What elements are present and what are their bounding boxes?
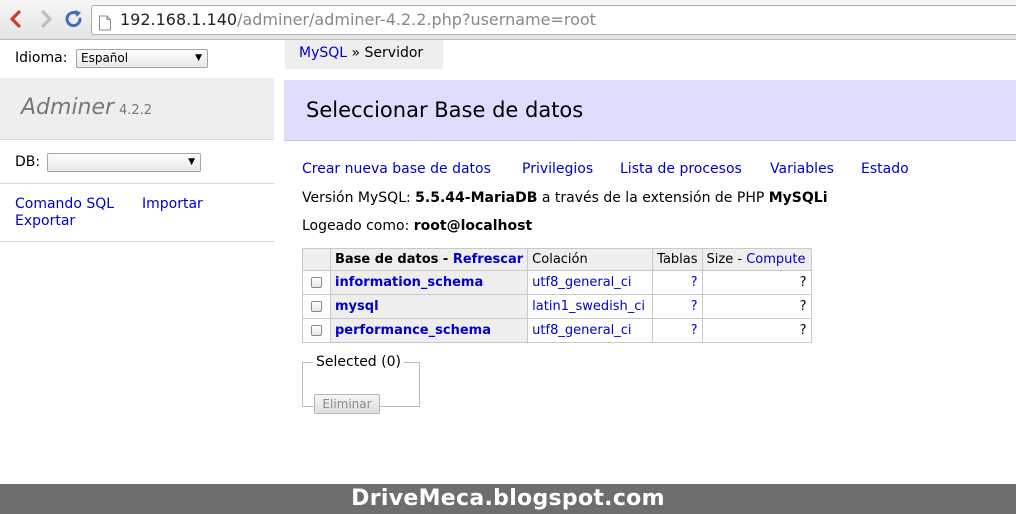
- watermark-banner: DriveMeca.blogspot.com: [0, 484, 1016, 514]
- tables-link[interactable]: ?: [691, 323, 698, 338]
- create-database-link[interactable]: Crear nueva base de datos: [302, 161, 491, 177]
- database-link[interactable]: mysql: [335, 299, 379, 314]
- collation-cell: utf8_general_ci: [527, 318, 654, 343]
- selected-legend: Selected (0): [316, 354, 401, 370]
- breadcrumb-current: Servidor: [364, 45, 424, 61]
- language-select[interactable]: Español ▼: [76, 49, 208, 68]
- divider: [0, 241, 274, 242]
- database-name-cell: mysql: [329, 294, 529, 319]
- row-checkbox-cell: [302, 318, 331, 343]
- variables-link[interactable]: Variables: [770, 161, 834, 177]
- url-text: 192.168.1.140/adminer/adminer-4.2.2.php?…: [120, 6, 596, 34]
- page-header: Seleccionar Base de datos: [284, 80, 1016, 141]
- compute-link[interactable]: Compute: [746, 252, 805, 267]
- size-column-header: Size - Compute: [701, 248, 812, 271]
- url-path: /adminer/adminer-4.2.2.php?username=root: [237, 10, 596, 29]
- collation-cell: utf8_general_ci: [527, 270, 654, 295]
- row-checkbox[interactable]: [311, 301, 322, 312]
- database-header-label: Base de datos: [335, 252, 439, 267]
- table-row: mysql latin1_swedish_ci ? ?: [302, 294, 812, 319]
- select-all-cell: [302, 248, 331, 271]
- size-cell: ?: [701, 270, 812, 295]
- db-label: DB:: [15, 154, 41, 170]
- app-brand: Adminer 4.2.2: [0, 78, 274, 140]
- collation-link[interactable]: utf8_general_ci: [532, 323, 631, 338]
- version-prefix: Versión MySQL:: [302, 190, 416, 206]
- collation-cell: latin1_swedish_ci: [527, 294, 654, 319]
- tables-cell: ?: [652, 270, 703, 295]
- database-link[interactable]: information_schema: [335, 275, 483, 290]
- dropdown-arrow-icon: ▼: [195, 53, 202, 63]
- database-name-cell: performance_schema: [329, 318, 529, 343]
- browser-toolbar: 192.168.1.140/adminer/adminer-4.2.2.php?…: [0, 0, 1016, 40]
- collation-link[interactable]: utf8_general_ci: [532, 275, 631, 290]
- page-title: Seleccionar Base de datos: [306, 98, 584, 122]
- tables-link[interactable]: ?: [691, 275, 698, 290]
- database-column-header: Base de datos - Refrescar: [329, 248, 529, 271]
- size-cell: ?: [701, 318, 812, 343]
- import-link[interactable]: Importar: [142, 196, 203, 213]
- tables-cell: ?: [652, 318, 703, 343]
- logged-as: Logeado como: root@localhost: [302, 218, 532, 234]
- breadcrumb-separator: »: [347, 45, 365, 61]
- app-version: 4.2.2: [119, 103, 153, 118]
- table-row: performance_schema utf8_general_ci ? ?: [302, 318, 812, 343]
- app-name-link[interactable]: Adminer: [21, 95, 114, 120]
- address-bar[interactable]: 192.168.1.140/adminer/adminer-4.2.2.php?…: [91, 5, 1016, 35]
- table-header-row: Base de datos - Refrescar Colación Tabla…: [302, 248, 812, 271]
- size-header-label: Size: [706, 252, 734, 267]
- size-cell: ?: [701, 294, 812, 319]
- url-host: 192.168.1.140: [120, 10, 238, 29]
- dropdown-arrow-icon: ▼: [188, 157, 195, 167]
- sql-command-link[interactable]: Comando SQL: [15, 196, 114, 213]
- tables-column-header: Tablas: [652, 248, 703, 271]
- collation-column-header: Colación: [527, 248, 654, 271]
- forward-icon[interactable]: [34, 6, 58, 32]
- extension-value: MySQLi: [768, 190, 828, 206]
- language-label: Idioma:: [15, 50, 68, 66]
- refresh-link[interactable]: Refrescar: [453, 252, 523, 267]
- side-menu: Idioma: Español ▼ Adminer 4.2.2 DB: ▼ Co…: [0, 40, 274, 484]
- header-dash: -: [438, 252, 453, 267]
- databases-table: Base de datos - Refrescar Colación Tabla…: [302, 248, 812, 343]
- language-value: Español: [81, 51, 129, 65]
- row-checkbox-cell: [302, 294, 331, 319]
- back-icon[interactable]: [4, 6, 28, 32]
- breadcrumb-mysql-link[interactable]: MySQL: [299, 45, 347, 61]
- breadcrumb: MySQL » Servidor: [285, 40, 443, 69]
- selected-fieldset: Selected (0) Eliminar: [302, 354, 420, 414]
- row-checkbox[interactable]: [311, 277, 322, 288]
- database-name-cell: information_schema: [329, 270, 529, 295]
- server-version: Versión MySQL: 5.5.44-MariaDB a través d…: [302, 190, 828, 206]
- watermark-text: DriveMeca.blogspot.com: [351, 486, 665, 511]
- export-link[interactable]: Exportar: [15, 213, 75, 230]
- tables-link[interactable]: ?: [691, 299, 698, 314]
- tables-cell: ?: [652, 294, 703, 319]
- status-link[interactable]: Estado: [861, 161, 909, 177]
- db-select[interactable]: ▼: [47, 153, 201, 172]
- process-list-link[interactable]: Lista de procesos: [620, 161, 742, 177]
- page-icon: [98, 12, 112, 34]
- logged-prefix: Logeado como:: [302, 218, 414, 234]
- privileges-link[interactable]: Privilegios: [522, 161, 593, 177]
- version-mid: a través de la extensión de PHP: [537, 190, 769, 206]
- version-value: 5.5.44-MariaDB: [415, 190, 538, 206]
- collation-link[interactable]: latin1_swedish_ci: [532, 299, 645, 314]
- logged-user: root@localhost: [413, 218, 533, 234]
- row-checkbox[interactable]: [311, 325, 322, 336]
- reload-icon[interactable]: [62, 6, 86, 32]
- divider: [0, 183, 274, 184]
- delete-button[interactable]: Eliminar: [314, 394, 380, 414]
- row-checkbox-cell: [302, 270, 331, 295]
- database-link[interactable]: performance_schema: [335, 323, 491, 338]
- table-row: information_schema utf8_general_ci ? ?: [302, 270, 812, 295]
